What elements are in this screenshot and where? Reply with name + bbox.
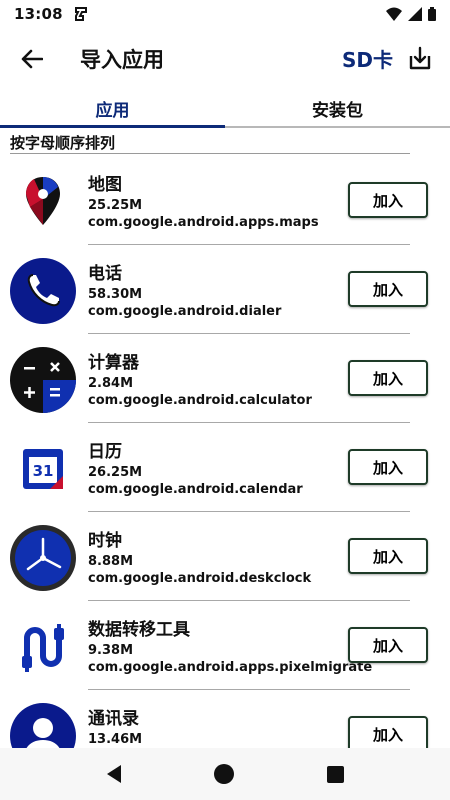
list-item[interactable]: 地图 25.25M com.google.android.apps.maps 加… [0,156,450,245]
clock-icon [10,525,76,591]
add-button[interactable]: 加入 [348,716,428,748]
app-name: 通讯录 [88,709,139,729]
list-item[interactable]: 31 日历 26.25M com.google.android.calendar… [0,423,450,512]
app-list[interactable]: 地图 25.25M com.google.android.apps.maps 加… [0,156,450,748]
add-button[interactable]: 加入 [348,538,428,574]
tab-apps[interactable]: 应用 [0,88,225,128]
nav-home-icon[interactable] [213,764,234,784]
list-item[interactable]: 时钟 8.88M com.google.android.deskclock 加入 [0,512,450,601]
section-divider [10,153,410,154]
list-item[interactable]: 通讯录 13.46M 加入 [0,690,450,748]
app-package: com.google.android.calculator [88,393,312,408]
app-size: 26.25M [88,465,143,480]
app-size: 8.88M [88,554,134,569]
add-button[interactable]: 加入 [348,271,428,307]
add-button[interactable]: 加入 [348,627,428,663]
app-size: 25.25M [88,198,143,213]
maps-icon [26,177,60,225]
list-item[interactable]: 计算器 2.84M com.google.android.calculator … [0,334,450,423]
app-name: 时钟 [88,531,122,551]
app-name: 电话 [88,264,122,284]
status-icons [386,7,436,21]
app-bar: 导入应用 SD卡 [0,30,450,86]
page-title: 导入应用 [80,48,164,72]
list-item[interactable]: 数据转移工具 9.38M com.google.android.apps.pix… [0,601,450,690]
import-download-icon[interactable] [405,44,435,74]
sort-label: 按字母顺序排列 [10,134,116,152]
add-button[interactable]: 加入 [348,449,428,485]
app-name: 计算器 [88,353,139,373]
nav-recents-icon[interactable] [326,765,344,783]
app-package: com.google.android.deskclock [88,571,312,586]
app-name: 地图 [88,175,122,195]
tab-bar: 应用 安装包 [0,88,450,128]
notification-icon [74,7,87,21]
arrow-left-icon [21,49,43,69]
tab-packages[interactable]: 安装包 [225,88,450,126]
app-size: 9.38M [88,643,134,658]
app-size: 2.84M [88,376,134,391]
calendar-icon: 31 [23,449,63,489]
app-package: com.google.android.apps.pixelmigrate [88,660,373,675]
battery-icon [428,7,436,21]
wifi-icon [386,7,402,21]
phone-icon [10,258,76,324]
data-transfer-icon [22,624,64,672]
system-nav-bar [0,748,450,800]
app-package: com.google.android.dialer [88,304,282,319]
nav-back-icon[interactable] [106,765,121,783]
app-size: 13.46M [88,732,143,747]
status-bar: 13:08 [0,0,450,28]
app-name: 数据转移工具 [88,620,190,640]
back-button[interactable] [16,43,48,75]
svg-text:31: 31 [33,462,54,480]
app-size: 58.30M [88,287,143,302]
add-button[interactable]: 加入 [348,182,428,218]
contacts-icon [10,703,76,748]
calculator-icon [10,347,76,413]
app-package: com.google.android.calendar [88,482,303,497]
signal-icon [408,7,422,21]
list-item[interactable]: 电话 58.30M com.google.android.dialer 加入 [0,245,450,334]
status-time: 13:08 [14,5,63,23]
app-package: com.google.android.apps.maps [88,215,319,230]
sd-card-button[interactable]: SD卡 [342,44,393,73]
add-button[interactable]: 加入 [348,360,428,396]
app-name: 日历 [88,442,122,462]
